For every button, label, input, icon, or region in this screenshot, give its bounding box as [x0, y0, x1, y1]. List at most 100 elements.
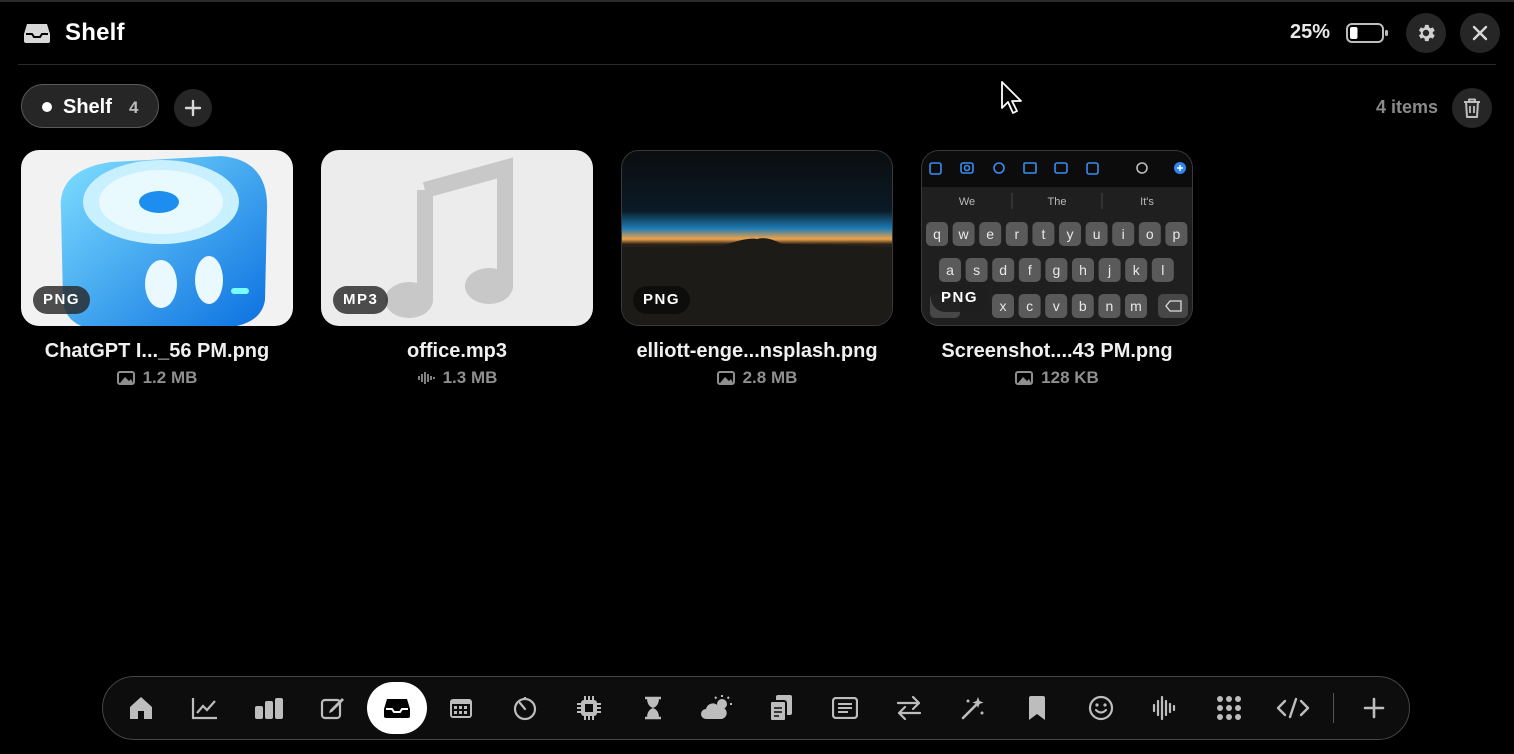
bar-chart-icon	[254, 697, 284, 719]
dock-add-button[interactable]	[1348, 682, 1400, 734]
file-name: Screenshot....43 PM.png	[941, 340, 1173, 362]
dock-stocks-button[interactable]	[179, 682, 231, 734]
dock-separator	[1333, 693, 1334, 723]
keyboard-key-label: v	[1053, 298, 1060, 314]
code-icon	[1276, 697, 1310, 719]
dock-shelf-button[interactable]	[367, 682, 427, 734]
file-size: 1.3 MB	[442, 368, 498, 387]
keyboard-key-label: a	[946, 262, 954, 278]
keyboard-key-label: s	[973, 262, 980, 278]
timer-icon	[512, 695, 538, 721]
keyboard-key-label: t	[1041, 226, 1045, 242]
tab-shelf-count: 4	[129, 98, 139, 117]
cpu-icon	[576, 695, 602, 721]
calendar-icon	[449, 697, 473, 719]
keyboard-key-label: w	[958, 226, 970, 242]
file-name: office.mp3	[406, 340, 508, 362]
dock-emoji-button[interactable]	[1075, 682, 1127, 734]
file-card[interactable]: PNG elliott-enge...nsplash.png 2.8 MB	[621, 150, 893, 390]
clear-shelf-button[interactable]	[1452, 88, 1492, 128]
dock-clipboard-button[interactable]	[755, 682, 807, 734]
trash-icon	[1462, 97, 1482, 119]
battery-icon	[1346, 23, 1390, 43]
dock-pomodoro-button[interactable]	[627, 682, 679, 734]
file-meta: 1.2 MB	[21, 368, 293, 388]
dock-ai-button[interactable]	[947, 682, 999, 734]
dock-apps-button[interactable]	[1203, 682, 1255, 734]
magic-wand-icon	[960, 695, 986, 721]
active-dot	[42, 102, 52, 112]
tab-shelf[interactable]: Shelf 4	[21, 84, 159, 128]
file-card[interactable]: MP3 office.mp3 1.3 MB	[321, 150, 593, 390]
close-button[interactable]	[1460, 13, 1500, 53]
transfer-icon	[895, 695, 923, 721]
dock-home-button[interactable]	[115, 682, 167, 734]
file-size: 128 KB	[1041, 368, 1099, 387]
file-meta: 128 KB	[921, 368, 1193, 388]
keyboard-key-label: i	[1122, 226, 1125, 242]
file-card[interactable]: We The It's qwertyuiopasdfghjklxcvbnm PNG …	[921, 150, 1193, 390]
dock-system-button[interactable]	[563, 682, 615, 734]
tray-icon	[383, 697, 411, 719]
keyboard-key-label: n	[1106, 298, 1114, 314]
image-icon	[116, 371, 135, 385]
plus-icon	[184, 99, 202, 117]
dock-stats-button[interactable]	[243, 682, 295, 734]
keyboard-key-label: y	[1067, 226, 1074, 242]
clipboard-icon	[768, 694, 794, 722]
dock-timer-button[interactable]	[499, 682, 551, 734]
image-icon	[716, 371, 735, 385]
text-box-icon	[832, 697, 858, 719]
file-meta: 2.8 MB	[621, 368, 893, 388]
dock-calendar-button[interactable]	[435, 682, 487, 734]
grid-icon	[1216, 695, 1242, 721]
dock-notes-button[interactable]	[307, 682, 359, 734]
header-bar: Shelf 25%	[0, 2, 1514, 64]
close-icon	[1471, 24, 1489, 42]
keyboard-key-label: r	[1014, 226, 1019, 242]
file-type-badge: MP3	[333, 286, 389, 314]
dock-weather-button[interactable]	[691, 682, 743, 734]
header-divider	[18, 64, 1496, 65]
add-shelf-button[interactable]	[174, 89, 212, 127]
file-type-badge: PNG	[931, 284, 989, 312]
file-type-badge: PNG	[33, 286, 91, 314]
dock-audio-button[interactable]	[1139, 682, 1191, 734]
dock-bookmarks-button[interactable]	[1011, 682, 1063, 734]
keyboard-key-label: b	[1079, 298, 1087, 314]
settings-button[interactable]	[1406, 13, 1446, 53]
keyboard-key-label: e	[986, 226, 994, 242]
plus-icon	[1363, 697, 1385, 719]
keyboard-key-label: c	[1026, 298, 1033, 314]
dock-text-button[interactable]	[819, 682, 871, 734]
note-edit-icon	[320, 695, 346, 721]
keyboard-key-label: j	[1107, 262, 1111, 278]
keyboard-key-label: x	[1000, 298, 1007, 314]
keyboard-key-label: o	[1146, 226, 1154, 242]
items-count: 4 items	[1375, 97, 1438, 117]
keyboard-key-label: u	[1093, 226, 1101, 242]
mouse-cursor-icon	[1000, 80, 1024, 116]
weather-icon	[700, 695, 734, 721]
smiley-icon	[1088, 695, 1114, 721]
home-icon	[127, 695, 155, 721]
audio-wave-icon	[1152, 695, 1178, 721]
tray-icon	[23, 22, 51, 44]
tab-shelf-label: Shelf	[63, 96, 112, 118]
keyboard-suggestion: It's	[1140, 196, 1154, 208]
keyboard-suggestion: We	[959, 196, 975, 208]
file-card[interactable]: PNG ChatGPT I..._56 PM.png 1.2 MB	[21, 150, 293, 390]
image-icon	[1015, 371, 1034, 385]
keyboard-key-label: m	[1130, 298, 1142, 314]
dock-code-button[interactable]	[1267, 682, 1319, 734]
keyboard-key-label: d	[999, 262, 1007, 278]
bookmark-icon	[1028, 695, 1046, 721]
file-size: 2.8 MB	[742, 368, 798, 387]
keyboard-key-label: g	[1053, 262, 1061, 278]
chart-line-icon	[191, 696, 219, 720]
dock-transfer-button[interactable]	[883, 682, 935, 734]
keyboard-key-label: l	[1161, 262, 1164, 278]
gear-icon	[1415, 22, 1437, 44]
keyboard-key-label: f	[1028, 262, 1032, 278]
app-title: Shelf	[65, 19, 125, 46]
